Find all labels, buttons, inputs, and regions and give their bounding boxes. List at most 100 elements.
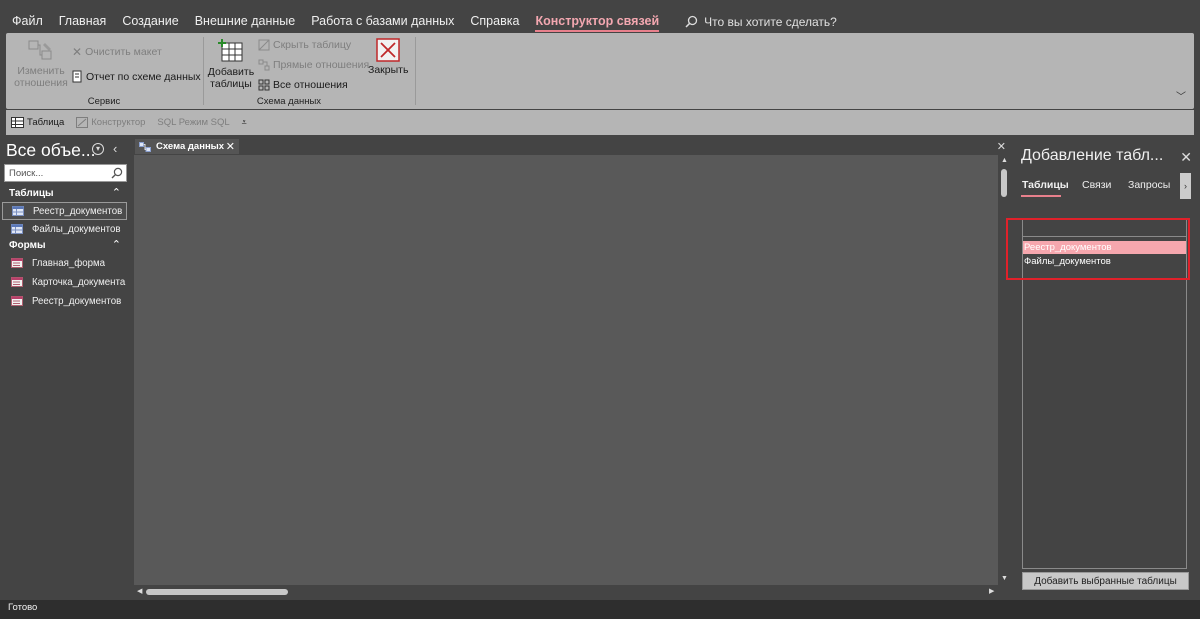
table-icon xyxy=(12,206,24,216)
ribbon-separator xyxy=(415,37,416,105)
menu-relationship-design[interactable]: Конструктор связей xyxy=(527,0,667,33)
nav-item-form[interactable]: Карточка_документа xyxy=(2,273,127,291)
view-designer-label: Конструктор xyxy=(91,117,146,128)
edit-relations-icon xyxy=(28,40,52,60)
relationships-icon xyxy=(139,141,151,152)
view-sql-button[interactable]: SQL Режим SQL xyxy=(157,117,229,128)
nav-item-label: Реестр_документов xyxy=(32,295,122,307)
menu-help[interactable]: Справка xyxy=(462,0,527,33)
menu-file[interactable]: Файл xyxy=(4,0,51,33)
menu-relationship-design-label: Конструктор связей xyxy=(535,14,660,32)
table-icon xyxy=(11,224,23,234)
vertical-scroll-thumb[interactable] xyxy=(1001,169,1007,197)
direct-relationships-button[interactable]: Прямые отношения xyxy=(258,59,369,71)
list-item[interactable]: Файлы_документов xyxy=(1023,255,1186,268)
nav-item-label: Главная_форма xyxy=(32,257,106,269)
ribbon: Изменить отношения ✕ Очистить макет Отче… xyxy=(6,33,1194,109)
nav-search-placeholder: Поиск... xyxy=(9,168,44,179)
table-icon xyxy=(11,117,24,128)
close-label: Закрыть xyxy=(368,64,409,76)
hide-table-button[interactable]: Скрыть таблицу xyxy=(258,39,351,51)
tab-relationships[interactable]: Схема данных ✕ xyxy=(135,139,239,154)
scroll-right-arrow-icon[interactable]: ▶ xyxy=(989,587,994,595)
document-area: Схема данных ✕ ✕ ▲ ▼ ◀ ▶ xyxy=(133,137,1010,599)
relationships-canvas[interactable] xyxy=(134,155,998,585)
nav-search-input[interactable]: Поиск... xyxy=(4,164,127,182)
edit-relations-button[interactable]: Изменить отношения xyxy=(12,39,70,89)
tab-relationships-label: Схема данных xyxy=(156,141,225,152)
tell-me-label: Что вы хотите сделать? xyxy=(704,14,837,29)
status-text: Готово xyxy=(8,602,38,613)
add-tables-pane-title: Добавление табл... xyxy=(1021,147,1164,164)
nav-item-table[interactable]: Реестр_документов xyxy=(2,202,127,220)
tab-close-icon[interactable]: ✕ xyxy=(226,140,235,153)
pane-close-icon[interactable]: ✕ xyxy=(1180,149,1192,166)
tables-filter-input[interactable] xyxy=(1022,219,1187,236)
scroll-down-arrow-icon[interactable]: ▼ xyxy=(1001,575,1008,582)
nav-item-form[interactable]: Главная_форма xyxy=(2,254,127,272)
horizontal-scrollbar[interactable]: ◀ ▶ xyxy=(134,585,999,599)
add-table-icon xyxy=(218,39,243,62)
nav-title[interactable]: Все объе... xyxy=(6,140,95,161)
status-bar: Готово xyxy=(0,600,1200,619)
hide-table-label: Скрыть таблицу xyxy=(273,39,352,51)
hide-table-icon xyxy=(258,39,270,51)
tab-queries[interactable]: Запросы xyxy=(1128,179,1170,191)
tabs-scroll-right-icon[interactable]: › xyxy=(1180,173,1191,199)
qat-customize-icon[interactable]: ⩡ xyxy=(242,117,247,128)
menu-external-data[interactable]: Внешние данные xyxy=(187,0,304,33)
tell-me-search[interactable]: Что вы хотите сделать? xyxy=(685,0,837,33)
direct-relationships-icon xyxy=(258,59,270,71)
list-item[interactable]: Реестр_документов xyxy=(1023,241,1186,254)
quick-access-toolbar: Таблица Конструктор SQL Режим SQL ⩡ xyxy=(6,110,1194,135)
relationship-report-button[interactable]: Отчет по схеме данных xyxy=(72,70,201,83)
add-selected-tables-button[interactable]: Добавить выбранные таблицы xyxy=(1022,572,1189,590)
collapse-up-icon: ⌃ xyxy=(111,187,121,199)
direct-relationships-label: Прямые отношения xyxy=(273,59,370,71)
active-tab-underline xyxy=(1021,195,1061,197)
tab-tables[interactable]: Таблицы xyxy=(1022,179,1069,191)
search-icon xyxy=(685,15,698,28)
nav-menu-dropdown-icon[interactable]: ▾ xyxy=(92,143,104,155)
nav-section-tables-label: Таблицы xyxy=(9,188,54,199)
document-close-icon[interactable]: ✕ xyxy=(997,140,1006,153)
menu-home[interactable]: Главная xyxy=(51,0,115,33)
tables-list: Реестр_документов Файлы_документов xyxy=(1022,236,1187,569)
group-schema-label: Схема данных xyxy=(256,96,322,107)
report-icon xyxy=(72,70,82,83)
all-relationships-button[interactable]: Все отношения xyxy=(258,79,348,91)
view-designer-button[interactable]: Конструктор xyxy=(76,117,145,128)
form-icon xyxy=(11,277,23,287)
nav-collapse-icon[interactable]: ‹ xyxy=(113,141,117,156)
close-button[interactable]: Закрыть xyxy=(368,38,408,76)
all-relationships-label: Все отношения xyxy=(273,79,348,91)
search-icon xyxy=(111,167,123,179)
scroll-up-arrow-icon[interactable]: ▲ xyxy=(1001,157,1008,164)
add-tables-pane: Добавление табл... ✕ Таблицы Связи Запро… xyxy=(1006,137,1200,599)
edit-relations-label: Изменить отношения xyxy=(14,65,68,89)
navigation-pane: Все объе... ▾ ‹ Поиск... Таблицы ⌃ Реест… xyxy=(0,137,131,599)
vertical-scrollbar[interactable]: ▲ ▼ xyxy=(999,155,1010,585)
view-sql-label: SQL Режим SQL xyxy=(157,117,230,128)
menu-create[interactable]: Создание xyxy=(114,0,186,33)
nav-item-form[interactable]: Реестр_документов xyxy=(2,292,127,310)
nav-item-label: Карточка_документа xyxy=(32,276,126,288)
close-icon xyxy=(376,38,400,62)
menu-database-tools[interactable]: Работа с базами данных xyxy=(303,0,462,33)
tab-relations[interactable]: Связи xyxy=(1082,179,1111,191)
horizontal-scroll-thumb[interactable] xyxy=(146,589,288,595)
relationship-report-label: Отчет по схеме данных xyxy=(86,70,201,83)
form-icon xyxy=(11,296,23,306)
view-table-label: Таблица xyxy=(27,117,65,128)
scroll-left-arrow-icon[interactable]: ◀ xyxy=(137,587,142,595)
access-window: { "menu": { "items": ["Файл", "Главная",… xyxy=(0,0,1200,619)
view-table-button[interactable]: Таблица xyxy=(11,117,64,128)
clear-icon: ✕ xyxy=(72,45,83,59)
clear-layout-button[interactable]: ✕ Очистить макет xyxy=(72,45,162,59)
ribbon-collapse-chevron-icon[interactable]: ﹀ xyxy=(1176,88,1186,103)
clear-layout-label: Очистить макет xyxy=(85,46,162,58)
form-icon xyxy=(11,258,23,268)
designer-icon xyxy=(76,117,89,128)
add-tables-button[interactable]: Добавить таблицы xyxy=(206,38,256,90)
nav-item-table[interactable]: Файлы_документов xyxy=(2,220,127,238)
